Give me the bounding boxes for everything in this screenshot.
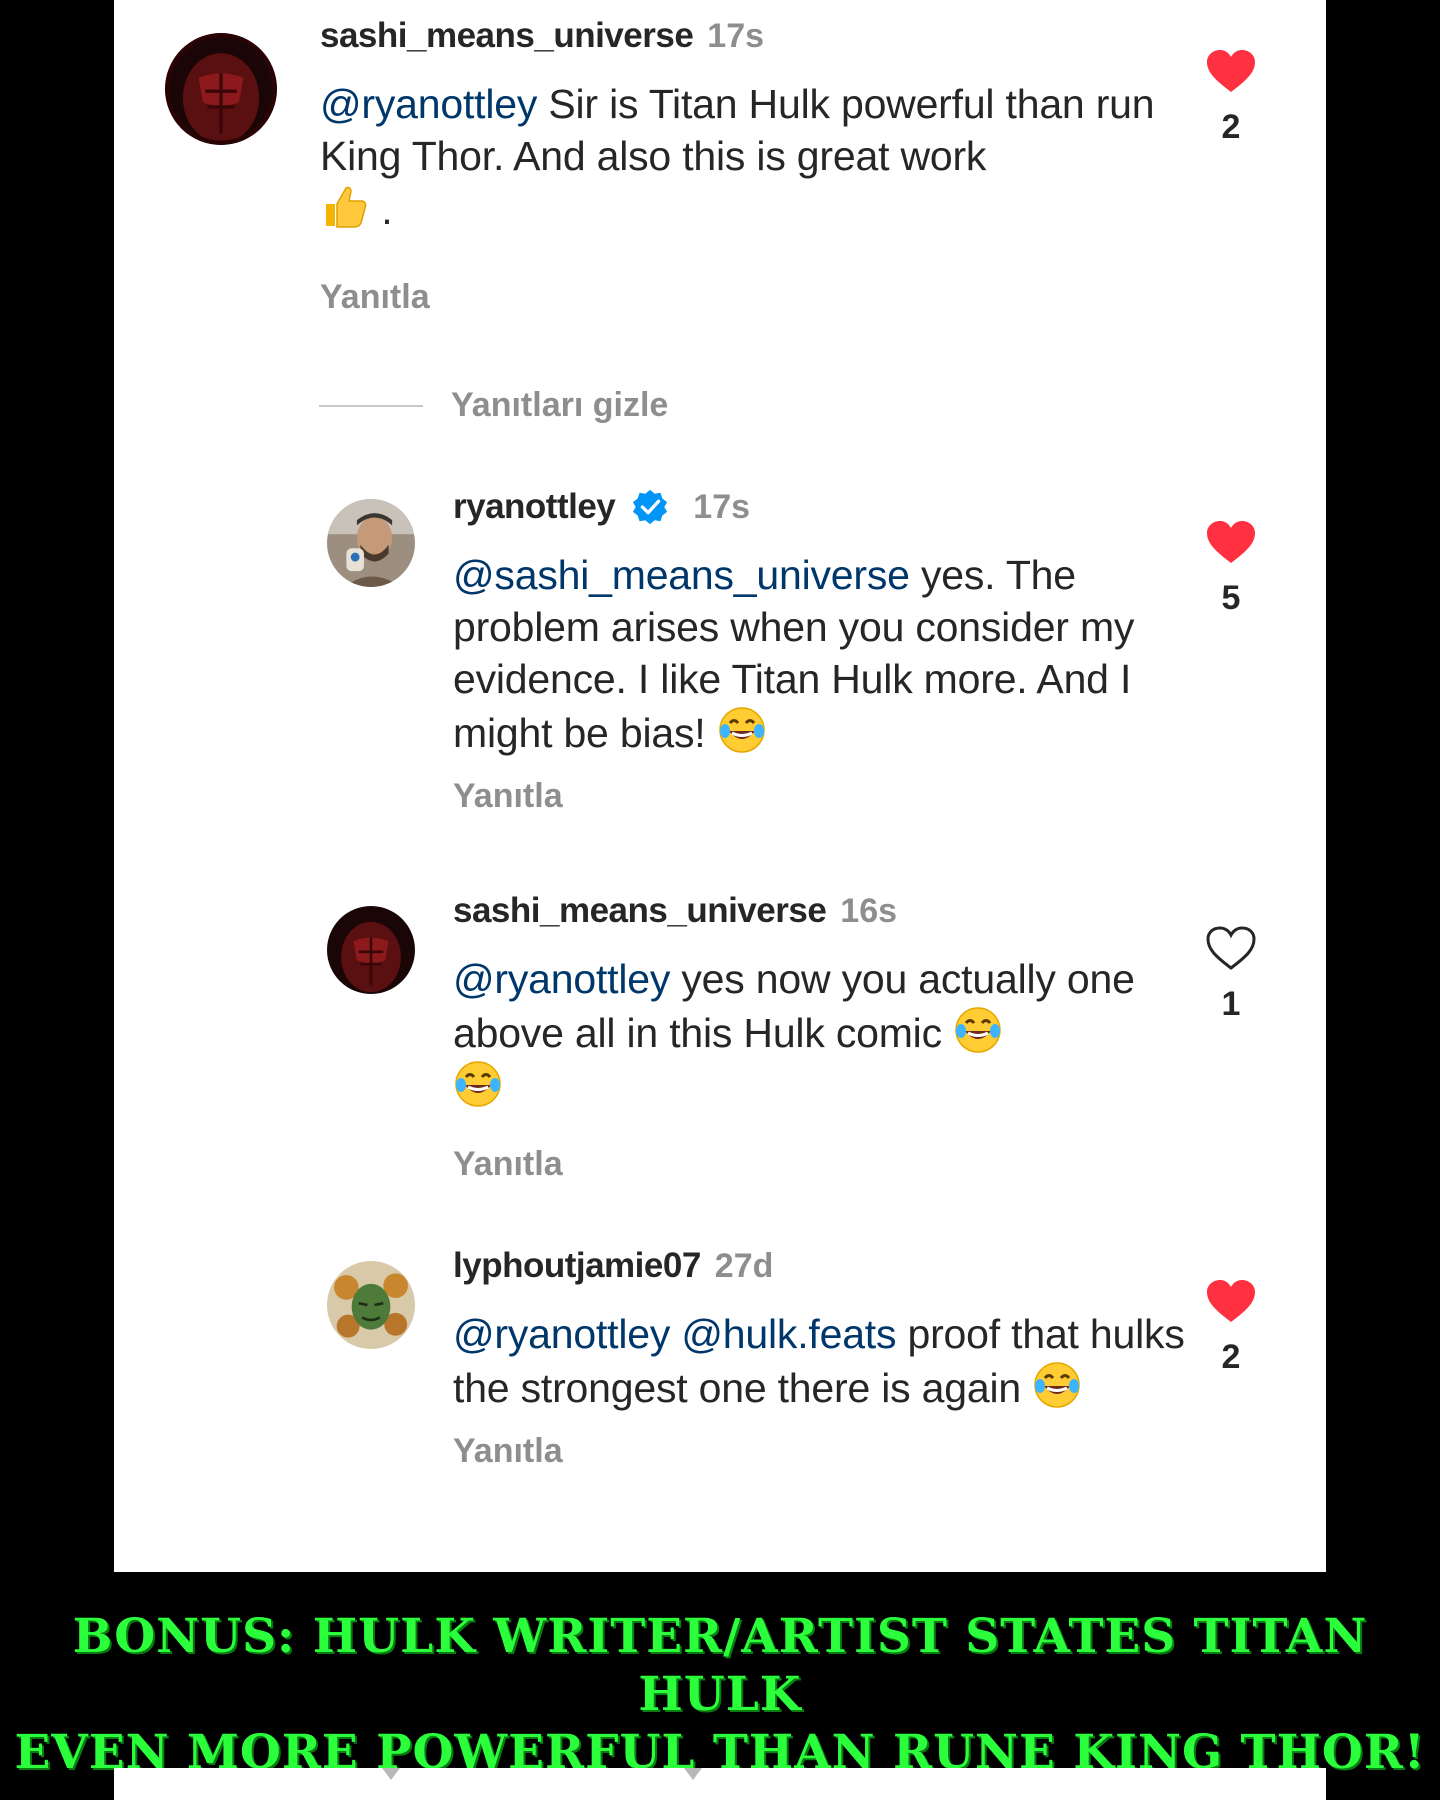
- like-count: 5: [1221, 579, 1241, 617]
- verified-badge-icon: [631, 488, 669, 526]
- like-count: 1: [1221, 985, 1241, 1023]
- like-count: 2: [1221, 108, 1241, 146]
- laughing-tears-emoji-icon: [953, 1005, 1003, 1055]
- laughing-tears-emoji-icon: [1032, 1360, 1082, 1410]
- comment-body: ryanottley 17s @sashi_means_universe yes…: [453, 485, 1213, 816]
- hide-replies-row: Yanıtları gizle: [319, 386, 668, 425]
- comments-panel: sashi_means_universe 17s @ryanottley Sir…: [114, 0, 1326, 1572]
- timestamp: 17s: [707, 16, 765, 55]
- caret-icon: [382, 1768, 400, 1780]
- username[interactable]: sashi_means_universe: [453, 891, 827, 931]
- avatar-sashi-image: [327, 906, 415, 994]
- avatar-sashi[interactable]: [327, 906, 415, 994]
- comment-header: ryanottley 17s: [453, 485, 1213, 529]
- comment-body: lyphoutjamie07 27d @ryanottley @hulk.fea…: [453, 1244, 1213, 1471]
- mention-link[interactable]: @sashi_means_universe: [453, 552, 910, 598]
- comment-text: @ryanottley yes now you actually one abo…: [453, 953, 1213, 1113]
- laughing-tears-emoji-icon: [717, 705, 767, 755]
- mention-link[interactable]: @ryanottley: [320, 81, 537, 127]
- reply-button[interactable]: Yanıtla: [453, 777, 1213, 816]
- avatar-sashi[interactable]: [165, 33, 277, 145]
- mention-link[interactable]: @hulk.feats: [681, 1311, 896, 1357]
- reply-button[interactable]: Yanıtla: [453, 1432, 1213, 1471]
- comment-text: @ryanottley @hulk.feats proof that hulks…: [453, 1308, 1213, 1414]
- like-control: 5: [1196, 519, 1266, 618]
- comment-body: sashi_means_universe 17s @ryanottley Sir…: [320, 14, 1200, 317]
- comment-text: @ryanottley Sir is Titan Hulk powerful t…: [320, 78, 1200, 236]
- username[interactable]: lyphoutjamie07: [453, 1246, 701, 1286]
- like-count: 2: [1221, 1338, 1241, 1376]
- caret-icon: [684, 1768, 702, 1780]
- avatar-sashi-image: [165, 33, 277, 145]
- reply-button[interactable]: Yanıtla: [453, 1145, 1213, 1184]
- heart-filled-icon[interactable]: [1205, 48, 1257, 94]
- bonus-caption: BONUS: HULK WRITER/ARTIST STATES TITAN H…: [0, 1608, 1440, 1782]
- like-control: 2: [1196, 48, 1266, 147]
- divider-line: [319, 404, 423, 407]
- comment-header: sashi_means_universe 16s: [453, 889, 1213, 933]
- username[interactable]: sashi_means_universe: [320, 16, 694, 56]
- heart-filled-icon[interactable]: [1205, 1278, 1257, 1324]
- timestamp: 27d: [714, 1246, 774, 1285]
- like-control: 1: [1196, 925, 1266, 1024]
- avatar-lyphoutjamie07[interactable]: [327, 1261, 415, 1349]
- comment-header: lyphoutjamie07 27d: [453, 1244, 1213, 1288]
- comment-header: sashi_means_universe 17s: [320, 14, 1200, 58]
- comment-body: sashi_means_universe 16s @ryanottley yes…: [453, 889, 1213, 1184]
- comment-text: @sashi_means_universe yes. The problem a…: [453, 549, 1213, 759]
- next-screenshot-strip: [114, 1768, 1326, 1800]
- timestamp: 16s: [840, 891, 898, 930]
- reply-button[interactable]: Yanıtla: [320, 278, 1200, 317]
- comment-trailing: .: [370, 187, 393, 233]
- hide-replies-button[interactable]: Yanıtları gizle: [451, 386, 668, 425]
- thumbs-up-emoji-icon: [320, 182, 370, 232]
- laughing-tears-emoji-icon: [453, 1059, 503, 1109]
- timestamp: 17s: [693, 487, 751, 526]
- avatar-ryanottley[interactable]: [327, 499, 415, 587]
- heart-outline-icon[interactable]: [1205, 925, 1257, 971]
- avatar-ryanottley-image: [327, 499, 415, 587]
- caption-line-1: BONUS: HULK WRITER/ARTIST STATES TITAN H…: [72, 1609, 1368, 1722]
- screenshot-stage: sashi_means_universe 17s @ryanottley Sir…: [0, 0, 1440, 1800]
- mention-link[interactable]: @ryanottley: [453, 1311, 670, 1357]
- username[interactable]: ryanottley: [453, 487, 616, 527]
- like-control: 2: [1196, 1278, 1266, 1377]
- avatar-lyphoutjamie07-image: [327, 1261, 415, 1349]
- heart-filled-icon[interactable]: [1205, 519, 1257, 565]
- mention-link[interactable]: @ryanottley: [453, 956, 670, 1002]
